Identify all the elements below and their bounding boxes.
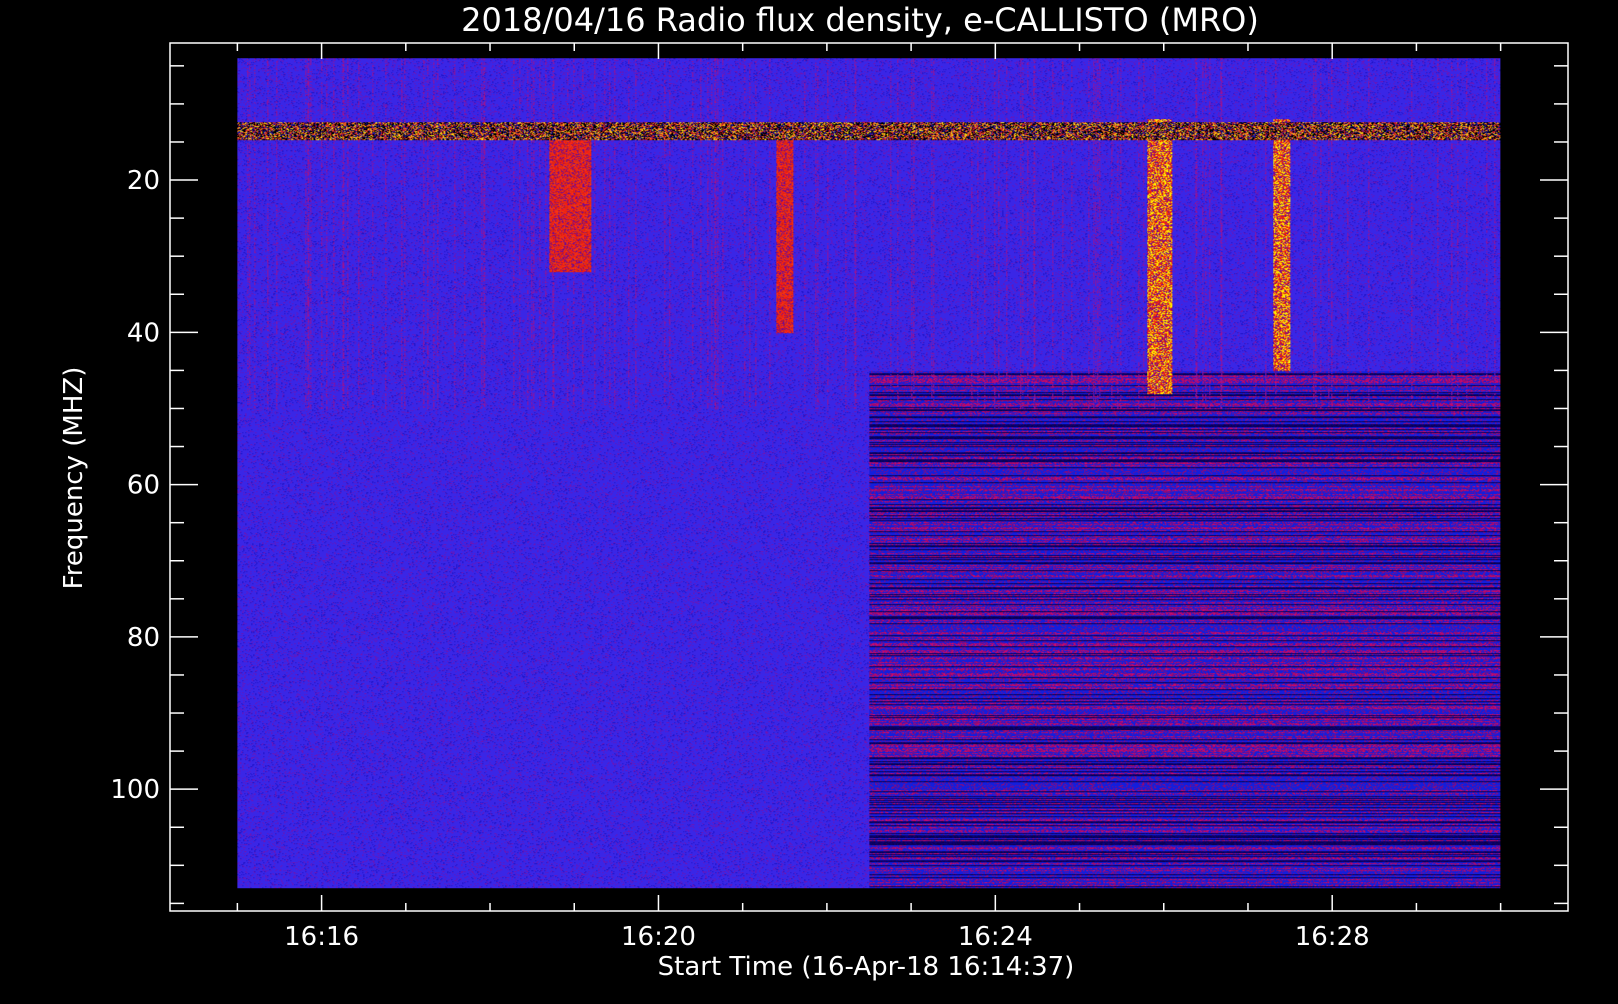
spectrogram-chart: 2018/04/16 Radio flux density, e-CALLIST… [0, 0, 1618, 1000]
chart-title: 2018/04/16 Radio flux density, e-CALLIST… [461, 1, 1259, 39]
x-tick-label: 16:28 [1295, 922, 1370, 952]
x-axis-label: Start Time (16-Apr-18 16:14:37) [658, 952, 1075, 982]
y-tick-label: 60 [127, 471, 160, 501]
y-tick-label: 40 [127, 318, 160, 348]
x-tick-label: 16:24 [958, 922, 1033, 952]
y-axis-label: Frequency (MHZ) [59, 367, 89, 590]
x-tick-label: 16:20 [621, 922, 696, 952]
spectrogram-raster [237, 58, 1501, 889]
x-tick-label: 16:16 [284, 922, 359, 952]
y-tick-label: 100 [110, 775, 160, 805]
spectrogram-heatmap [237, 58, 1501, 889]
y-tick-label: 20 [127, 166, 160, 196]
y-tick-label: 80 [127, 623, 160, 653]
spectrogram-figure: 2018/04/16 Radio flux density, e-CALLIST… [0, 0, 1618, 1000]
